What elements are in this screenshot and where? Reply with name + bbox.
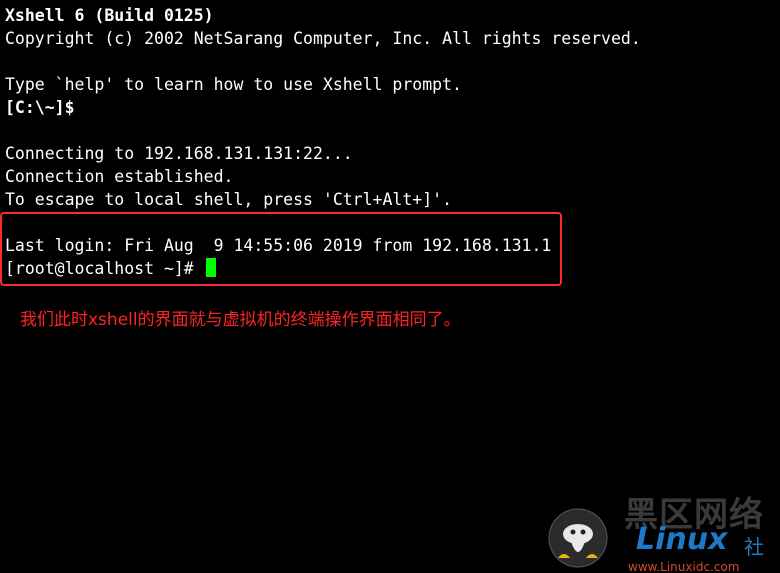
- terminal-established: Connection established.: [5, 167, 234, 186]
- watermark-linux-text: Linux: [636, 522, 728, 557]
- terminal-copyright: Copyright (c) 2002 NetSarang Computer, I…: [5, 29, 641, 48]
- terminal-connecting: Connecting to 192.168.131.131:22...: [5, 144, 353, 163]
- highlight-box: [0, 212, 562, 286]
- terminal-header-title: Xshell 6 (Build 0125): [5, 6, 214, 25]
- watermark-url: www.Linuxidc.com: [628, 560, 740, 573]
- watermark: 黑区网络 Linux 社 www.Linuxidc.com: [548, 498, 780, 573]
- terminal-escape-hint: To escape to local shell, press 'Ctrl+Al…: [5, 190, 453, 209]
- terminal-local-prompt: [C:\~]$: [5, 98, 75, 117]
- linux-penguin-icon: [548, 508, 608, 568]
- annotation-text: 我们此时xshell的界面就与虚拟机的终端操作界面相同了。: [20, 310, 461, 330]
- watermark-she-text: 社: [744, 535, 764, 559]
- terminal-window[interactable]: Xshell 6 (Build 0125) Copyright (c) 2002…: [0, 0, 780, 573]
- terminal-help-hint: Type `help' to learn how to use Xshell p…: [5, 75, 462, 94]
